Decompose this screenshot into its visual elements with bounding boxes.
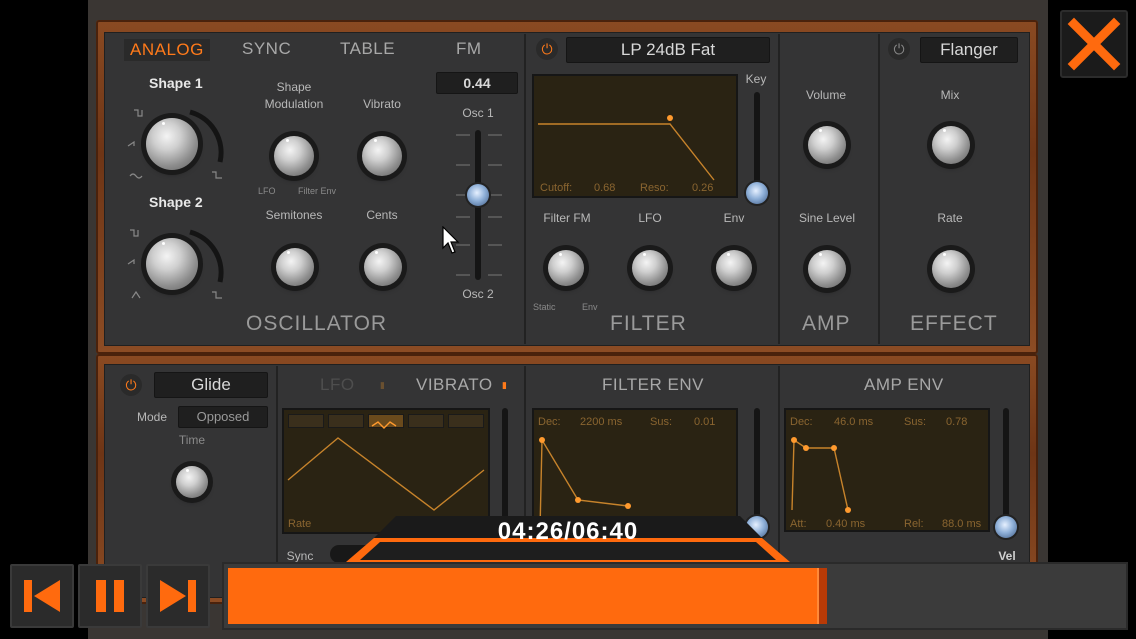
skip-previous-button[interactable] — [10, 564, 74, 628]
skip-previous-icon — [24, 580, 60, 612]
cents-knob[interactable] — [364, 248, 402, 286]
playback-time: 04:26/06:40 — [497, 518, 639, 545]
amp-env-screen[interactable]: Dec: 46.0 ms Sus: 0.78 Att: 0.40 ms Rel:… — [784, 408, 990, 532]
progress-bar-handle[interactable] — [817, 568, 827, 624]
shape-mod-label-2: Modulation — [264, 97, 324, 111]
filter-key-slider-handle[interactable] — [746, 182, 768, 204]
mix-knob[interactable] — [932, 126, 970, 164]
vibrato-label: Vibrato — [363, 97, 401, 111]
filter-fm-static-label: Static — [533, 302, 556, 312]
cents-label: Cents — [366, 208, 398, 222]
volume-knob[interactable] — [808, 126, 846, 164]
mouse-cursor-icon — [442, 226, 460, 254]
filter-power-button[interactable]: ⏻ — [536, 38, 558, 60]
pause-button[interactable] — [78, 564, 142, 628]
reso-label: Reso: — [640, 182, 669, 194]
filter-fm-env-label: Env — [582, 302, 598, 312]
power-icon: ⏻ — [893, 41, 905, 57]
shape-modulation-knob[interactable] — [274, 136, 314, 176]
osc1-label: Osc 1 — [462, 106, 494, 120]
effect-power-button[interactable]: ⏻ — [888, 38, 910, 60]
divider — [778, 34, 780, 344]
glide-time-label: Time — [178, 433, 206, 447]
glide-time-knob[interactable] — [176, 466, 208, 498]
amp-env-att-label: Att: — [790, 518, 807, 530]
tab-analog[interactable]: ANALOG — [124, 39, 210, 61]
tab-sync[interactable]: SYNC — [242, 39, 291, 59]
shape2-label: Shape 2 — [149, 194, 203, 210]
lfo-indicator-icon: ▮ — [380, 380, 385, 390]
filter-fm-label: Filter FM — [543, 211, 591, 225]
progress-bar[interactable] — [222, 562, 1128, 630]
vibrato-knob[interactable] — [362, 136, 402, 176]
glide-display[interactable]: Glide — [154, 372, 268, 398]
divider — [524, 34, 526, 344]
amp-env-rel-label: Rel: — [904, 518, 924, 530]
shape-mod-label-1: Shape — [276, 80, 312, 94]
sine-level-knob[interactable] — [808, 250, 846, 288]
divider — [878, 34, 880, 344]
tab-lfo[interactable]: LFO — [320, 375, 355, 395]
glide-power-button[interactable]: ⏻ — [120, 374, 142, 396]
progress-bar-fill — [228, 568, 823, 624]
cutoff-value: 0.68 — [594, 182, 616, 194]
filter-fm-knob[interactable] — [548, 250, 584, 286]
power-icon: ⏻ — [541, 41, 553, 57]
shape-mod-lfo-label: LFO — [258, 186, 276, 196]
oscillator-section-title: OSCILLATOR — [246, 312, 388, 335]
rate-label: Rate — [937, 211, 963, 225]
power-icon: ⏻ — [125, 377, 137, 393]
cutoff-label: Cutoff: — [540, 182, 573, 194]
volume-label: Volume — [805, 88, 847, 102]
filter-env-label: Env — [723, 211, 745, 225]
close-button[interactable] — [1060, 10, 1128, 78]
glide-mode-select[interactable]: Opposed — [178, 406, 268, 428]
osc-mix-slider-handle[interactable] — [467, 184, 489, 206]
shape1-scale-icon — [127, 109, 224, 179]
tab-fm[interactable]: FM — [456, 39, 482, 59]
amp-env-graph — [791, 437, 851, 513]
amp-section-title: AMP — [802, 312, 851, 335]
filter-section-title: FILTER — [610, 312, 687, 335]
mix-label: Mix — [940, 88, 960, 102]
filter-key-slider-track[interactable] — [754, 92, 760, 196]
semitones-knob[interactable] — [276, 248, 314, 286]
lfo-rate-label: Rate — [288, 518, 312, 530]
shape-mod-filterenv-label: Filter Env — [298, 186, 337, 196]
glide-mode-label: Mode — [136, 410, 168, 424]
amp-env-vel-slider-handle[interactable] — [995, 516, 1017, 538]
amp-env-rel-value: 88.0 ms — [942, 518, 982, 530]
effect-type-display[interactable]: Flanger — [920, 37, 1018, 63]
filter-key-label: Key — [745, 72, 767, 86]
effect-rate-knob[interactable] — [932, 250, 970, 288]
filter-curve-graph — [538, 115, 715, 181]
shape2-scale-icon — [127, 229, 224, 299]
filter-env-title: FILTER ENV — [602, 375, 704, 394]
effect-section-title: EFFECT — [910, 312, 998, 335]
close-x-icon — [1067, 17, 1121, 71]
skip-next-button[interactable] — [146, 564, 210, 628]
semitones-label: Semitones — [265, 208, 323, 222]
filter-type-display[interactable]: LP 24dB Fat — [566, 37, 770, 63]
vibrato-indicator-icon: ▮ — [502, 380, 507, 390]
filter-env-knob[interactable] — [716, 250, 752, 286]
reso-value: 0.26 — [692, 182, 714, 194]
filter-lfo-label: LFO — [638, 211, 662, 225]
pause-icon — [96, 580, 124, 612]
filter-lfo-knob[interactable] — [632, 250, 668, 286]
skip-next-icon — [160, 580, 196, 612]
fm-value-display[interactable]: 0.44 — [436, 72, 518, 94]
amp-env-att-value: 0.40 ms — [826, 518, 866, 530]
amp-env-vel-label: Vel — [998, 549, 1016, 563]
tab-table[interactable]: TABLE — [340, 39, 395, 59]
osc2-label: Osc 2 — [462, 287, 494, 301]
filter-curve-screen[interactable]: Cutoff: 0.68 Reso: 0.26 — [532, 74, 738, 198]
sync-label: Sync — [286, 549, 314, 563]
amp-env-vel-slider-track[interactable] — [1003, 408, 1009, 532]
sine-level-label: Sine Level — [798, 211, 856, 225]
shape1-label: Shape 1 — [149, 75, 203, 91]
tab-vibrato[interactable]: VIBRATO — [416, 375, 493, 395]
amp-env-title: AMP ENV — [864, 375, 944, 394]
